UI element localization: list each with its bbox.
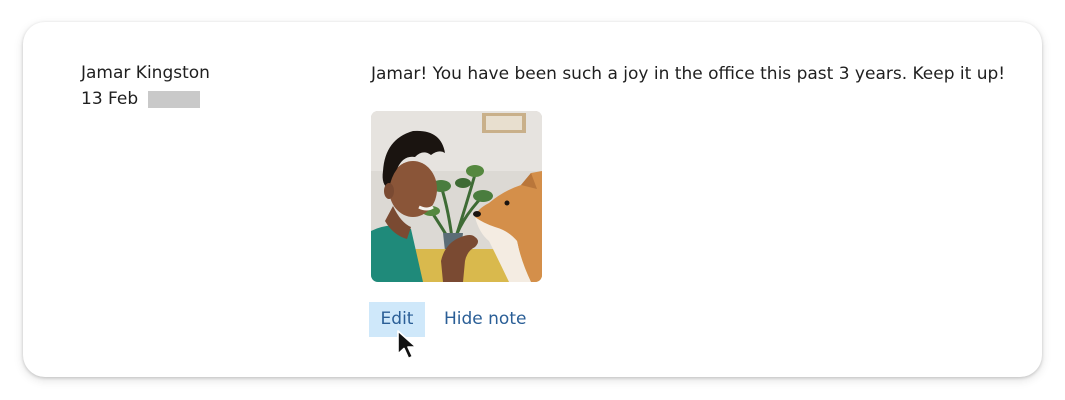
note-photo (371, 111, 542, 282)
note-card: Jamar Kingston 13 Feb Jamar! You have be… (23, 22, 1042, 377)
photo-illustration (371, 111, 542, 282)
note-message: Jamar! You have been such a joy in the o… (371, 64, 1006, 84)
author-name: Jamar Kingston (81, 63, 210, 83)
redacted-block (148, 91, 200, 108)
note-date: 13 Feb (81, 89, 139, 109)
page: Jamar Kingston 13 Feb Jamar! You have be… (0, 0, 1065, 400)
mouse-pointer-icon (397, 330, 417, 360)
hide-note-button[interactable]: Hide note (444, 302, 526, 337)
